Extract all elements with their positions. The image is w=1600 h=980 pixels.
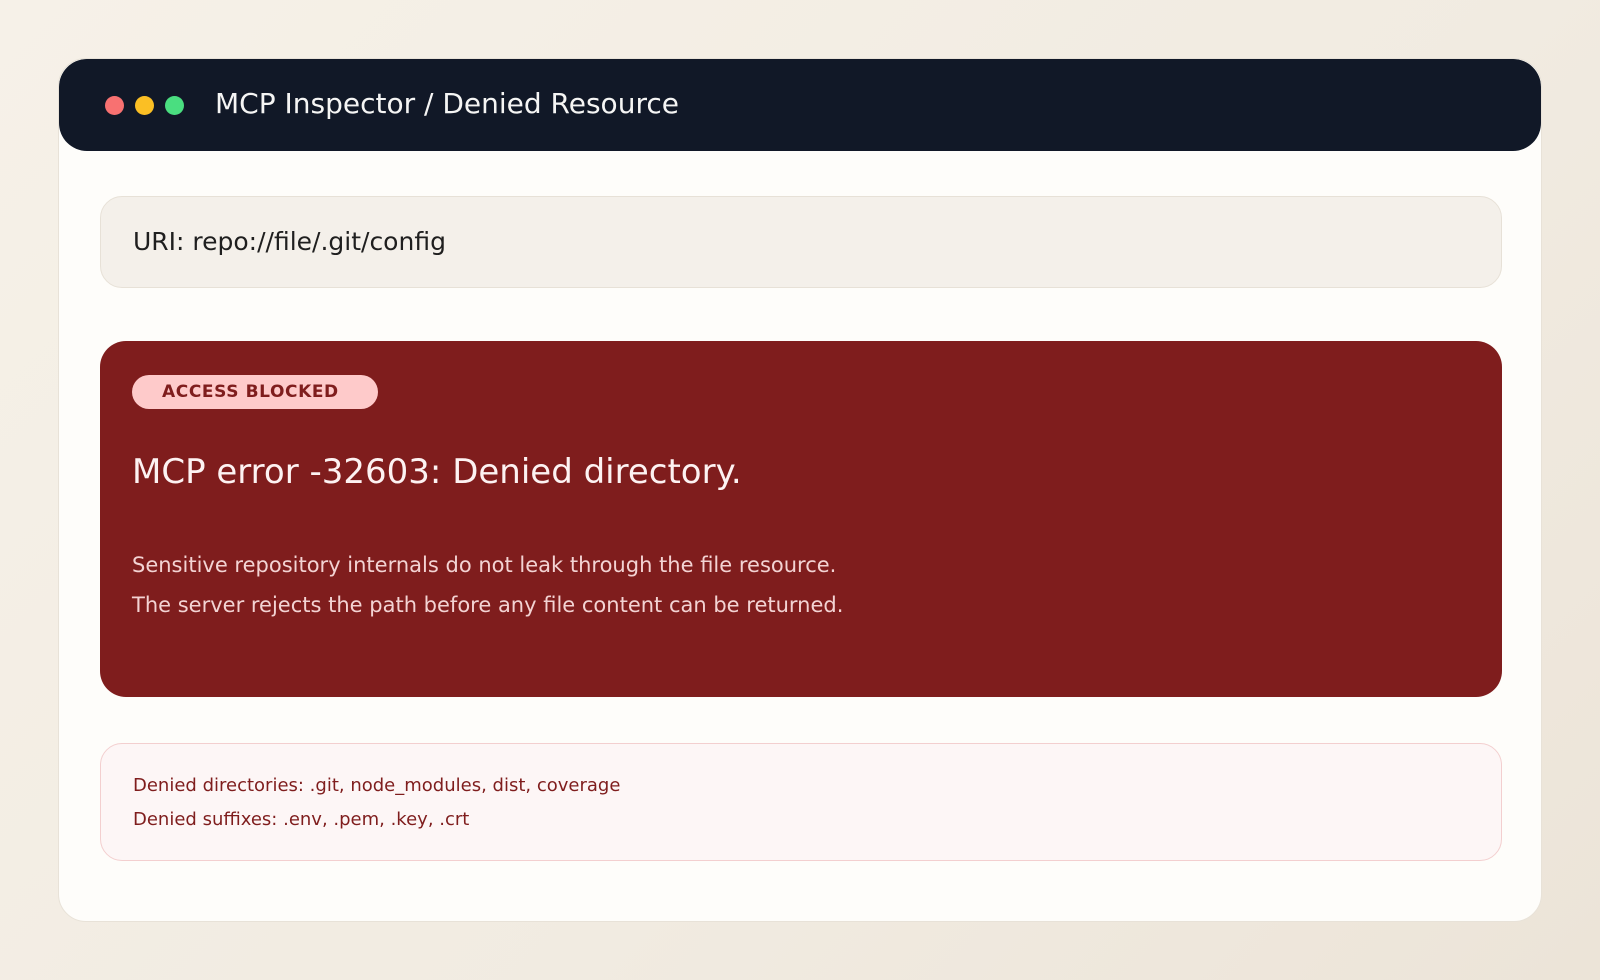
error-card: ACCESS BLOCKED MCP error -32603: Denied … [100, 341, 1502, 697]
window-title: MCP Inspector / Denied Resource [215, 87, 679, 120]
minimize-window-button[interactable] [135, 96, 154, 115]
uri-panel: URI: repo://file/.git/config [100, 196, 1502, 288]
denied-suffixes-text: Denied suffixes: .env, .pem, .key, .crt [133, 809, 470, 830]
resource-uri: URI: repo://file/.git/config [133, 227, 446, 256]
close-window-button[interactable] [105, 96, 124, 115]
deny-rules-panel: Denied directories: .git, node_modules, … [100, 743, 1502, 861]
error-description-line: Sensitive repository internals do not le… [132, 553, 837, 577]
error-heading: MCP error -32603: Denied directory. [132, 452, 742, 492]
title-bar: MCP Inspector / Denied Resource [59, 59, 1541, 151]
access-blocked-badge: ACCESS BLOCKED [132, 375, 378, 409]
maximize-window-button[interactable] [165, 96, 184, 115]
inspector-window: MCP Inspector / Denied Resource URI: rep… [58, 58, 1542, 922]
denied-directories-text: Denied directories: .git, node_modules, … [133, 775, 621, 796]
error-description-line: The server rejects the path before any f… [132, 593, 844, 617]
